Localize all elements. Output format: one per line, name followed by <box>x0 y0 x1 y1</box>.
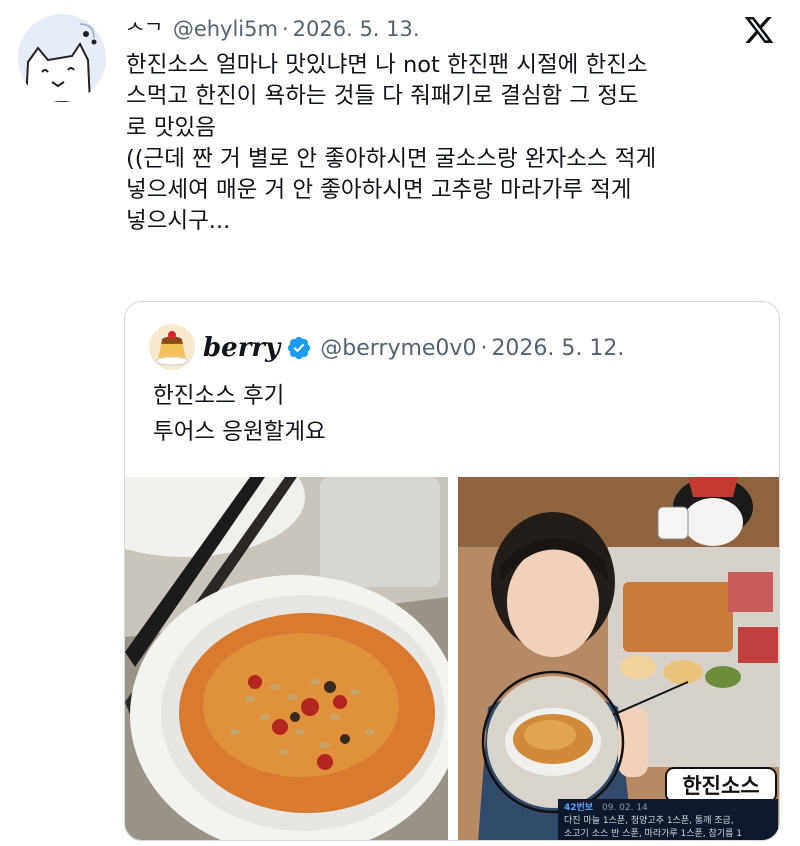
quoted-text-line: 투어스 응원할게요 <box>153 419 326 445</box>
quoted-author-handle[interactable]: @berryme0v0 <box>320 336 476 361</box>
author-display-name[interactable]: ᄉᄀ <box>126 15 163 44</box>
quoted-tweet-card[interactable]: berry @berryme0v0 · 2026. 5. 12. 한진소스 후기… <box>124 301 780 841</box>
pudding-avatar-icon <box>149 324 195 370</box>
stub-text-line: 다진 마늘 1스푼, 청양고추 1스푼, 통깨 조금, <box>564 816 734 826</box>
tweet-text-line: 스먹고 한진이 욕하는 것들 다 줘패기로 결심함 그 정도 <box>126 83 639 110</box>
quoted-text-line: 한진소스 후기 <box>153 383 285 409</box>
header-separator: · <box>281 17 289 41</box>
stub-date: 09. 02. 14 <box>601 803 648 813</box>
quoted-header-separator: · <box>480 335 488 361</box>
tweet-text-line: ((근데 짠 거 별로 안 좋아하시면 굴소스랑 완자소스 적게 <box>126 145 657 172</box>
stub-text-line: 소고기 소스 반 스푼, 마라가루 1스푼, 참기름 1 <box>564 829 742 839</box>
quoted-media: 한진소스 42번보 09. 02. 14 다진 마늘 1스푼, 청양고추 1스푼… <box>125 477 779 840</box>
photo-sticker-label: 한진소스 <box>665 767 777 803</box>
quoted-tweet-text: 한진소스 후기 투어스 응원할게요 <box>153 378 326 450</box>
tweet-header: ᄉᄀ @ehyli5m · 2026. 5. 13. <box>126 12 420 46</box>
tweet-text-line: 넣으세여 매운 거 안 좋아하시면 고추랑 마라가루 적게 <box>126 177 632 204</box>
sauce-bowl-image <box>125 477 448 840</box>
cat-drawing-icon <box>18 14 106 102</box>
quoted-author-avatar[interactable] <box>149 324 195 370</box>
quoted-author-display-name[interactable]: berry <box>203 333 280 363</box>
author-avatar[interactable] <box>18 14 106 102</box>
verified-badge-icon <box>288 336 311 360</box>
tweet-date[interactable]: 2026. 5. 13. <box>293 17 420 41</box>
x-logo-icon <box>744 17 774 43</box>
photo-sauce-bowl[interactable] <box>125 477 448 840</box>
quoted-tweet-header: berry @berryme0v0 · 2026. 5. 12. <box>203 328 624 368</box>
photo-selfie-restaurant[interactable]: 한진소스 42번보 09. 02. 14 다진 마늘 1스푼, 청양고추 1스푼… <box>458 477 779 840</box>
tweet-text-line: 한진소스 얼마나 맛있냐면 나 not 한진팬 시절에 한진소 <box>126 52 648 78</box>
tweet-text-line: 로 맛있음 <box>126 114 216 141</box>
stub-username: 42번보 <box>564 803 594 813</box>
quoted-tweet-date[interactable]: 2026. 5. 12. <box>491 336 624 361</box>
recipe-screenshot-stub: 42번보 09. 02. 14 다진 마늘 1스푼, 청양고추 1스푼, 통깨 … <box>558 799 778 840</box>
author-handle[interactable]: @ehyli5m <box>173 17 278 41</box>
tweet-text: 한진소스 얼마나 맛있냐면 나 not 한진팬 시절에 한진소 스먹고 한진이 … <box>126 50 786 238</box>
tweet-text-line: 넣으시구... <box>126 208 231 235</box>
